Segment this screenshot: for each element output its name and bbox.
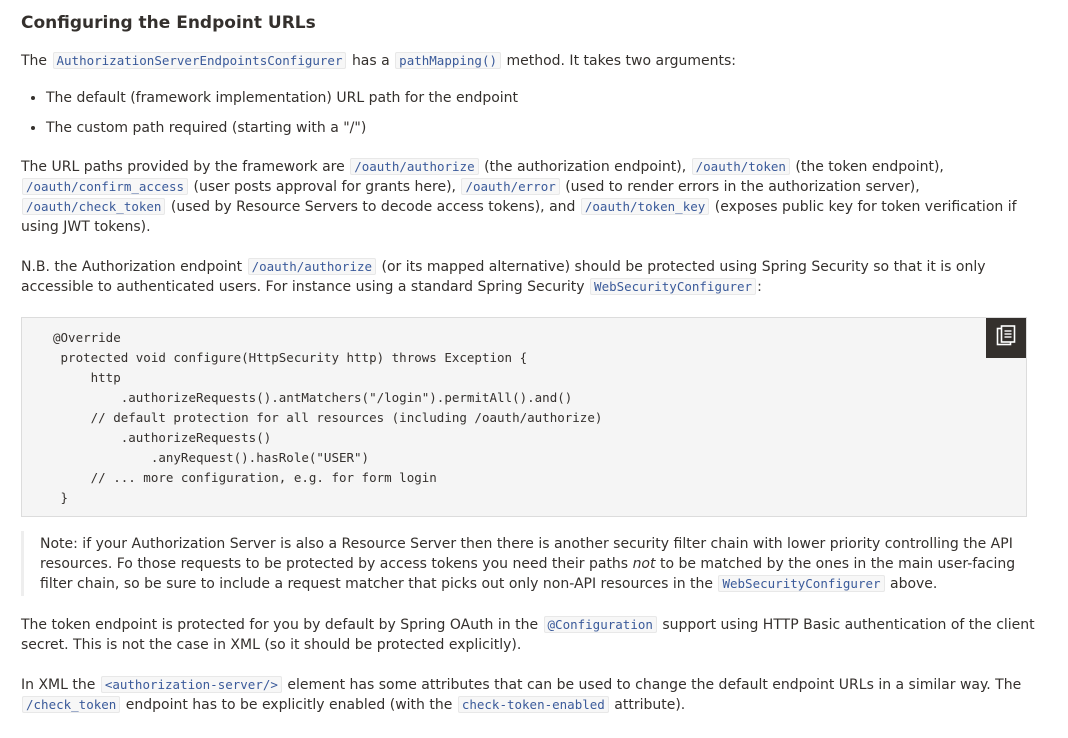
text: The URL paths provided by the framework … — [21, 159, 345, 175]
note-text: Note: if your Authorization Server is al… — [40, 534, 1048, 594]
text: (the token endpoint), — [795, 159, 944, 175]
text: The — [21, 53, 48, 69]
text: : — [757, 279, 762, 295]
paragraph-token-endpoint: The token endpoint is protected for you … — [21, 615, 1048, 655]
inline-code: /oauth/authorize — [247, 258, 377, 275]
text: In XML the — [21, 677, 96, 693]
emphasis: not — [632, 556, 656, 572]
paragraph-xml: In XML the <authorization-server/> eleme… — [21, 675, 1048, 715]
inline-code: /oauth/authorize — [350, 158, 479, 175]
arguments-list: The default (framework implementation) U… — [21, 88, 1048, 138]
inline-code: check-token-enabled — [457, 696, 609, 713]
inline-code: <authorization-server/> — [100, 676, 282, 693]
inline-code: /oauth/token_key — [580, 198, 710, 215]
text: element has some attributes that can be … — [287, 677, 1022, 693]
text: The token endpoint is protected for you … — [21, 617, 539, 633]
article: Configuring the Endpoint URLs The Author… — [0, 0, 1068, 715]
inline-code: WebSecurityConfigurer — [590, 278, 757, 295]
paragraph-url-paths: The URL paths provided by the framework … — [21, 157, 1048, 237]
text: attribute). — [614, 697, 686, 713]
text: (user posts approval for grants here), — [193, 179, 457, 195]
text: above. — [889, 576, 938, 592]
inline-code: @Configuration — [543, 616, 657, 633]
clipboard-icon — [996, 325, 1016, 351]
code-listing: @Override protected void configure(HttpS… — [53, 330, 603, 505]
inline-code: /oauth/check_token — [22, 198, 166, 215]
inline-code: pathMapping() — [395, 52, 502, 69]
paragraph-path-mapping: The AuthorizationServerEndpointsConfigur… — [21, 51, 1048, 71]
text: (the authorization endpoint), — [484, 159, 687, 175]
text: N.B. the Authorization endpoint — [21, 259, 243, 275]
text: (used by Resource Servers to decode acce… — [170, 199, 576, 215]
copy-button[interactable] — [986, 318, 1026, 358]
note-blockquote: Note: if your Authorization Server is al… — [21, 531, 1048, 596]
text: has a — [351, 53, 390, 69]
inline-code: /oauth/confirm_access — [22, 178, 189, 195]
inline-code: WebSecurityConfigurer — [718, 575, 885, 592]
list-item: The default (framework implementation) U… — [46, 88, 1048, 108]
section-heading: Configuring the Endpoint URLs — [21, 13, 316, 33]
text: (used to render errors in the authorizat… — [565, 179, 920, 195]
inline-code: /oauth/error — [461, 178, 560, 195]
list-item: The custom path required (starting with … — [46, 118, 1048, 138]
inline-code: /check_token — [22, 696, 121, 713]
text: method. It takes two arguments: — [506, 53, 736, 69]
paragraph-nb: N.B. the Authorization endpoint /oauth/a… — [21, 257, 1048, 297]
inline-code: /oauth/token — [691, 158, 790, 175]
text: endpoint has to be explicitly enabled (w… — [125, 697, 453, 713]
code-block: @Override protected void configure(HttpS… — [21, 317, 1027, 517]
inline-code: AuthorizationServerEndpointsConfigurer — [52, 52, 347, 69]
